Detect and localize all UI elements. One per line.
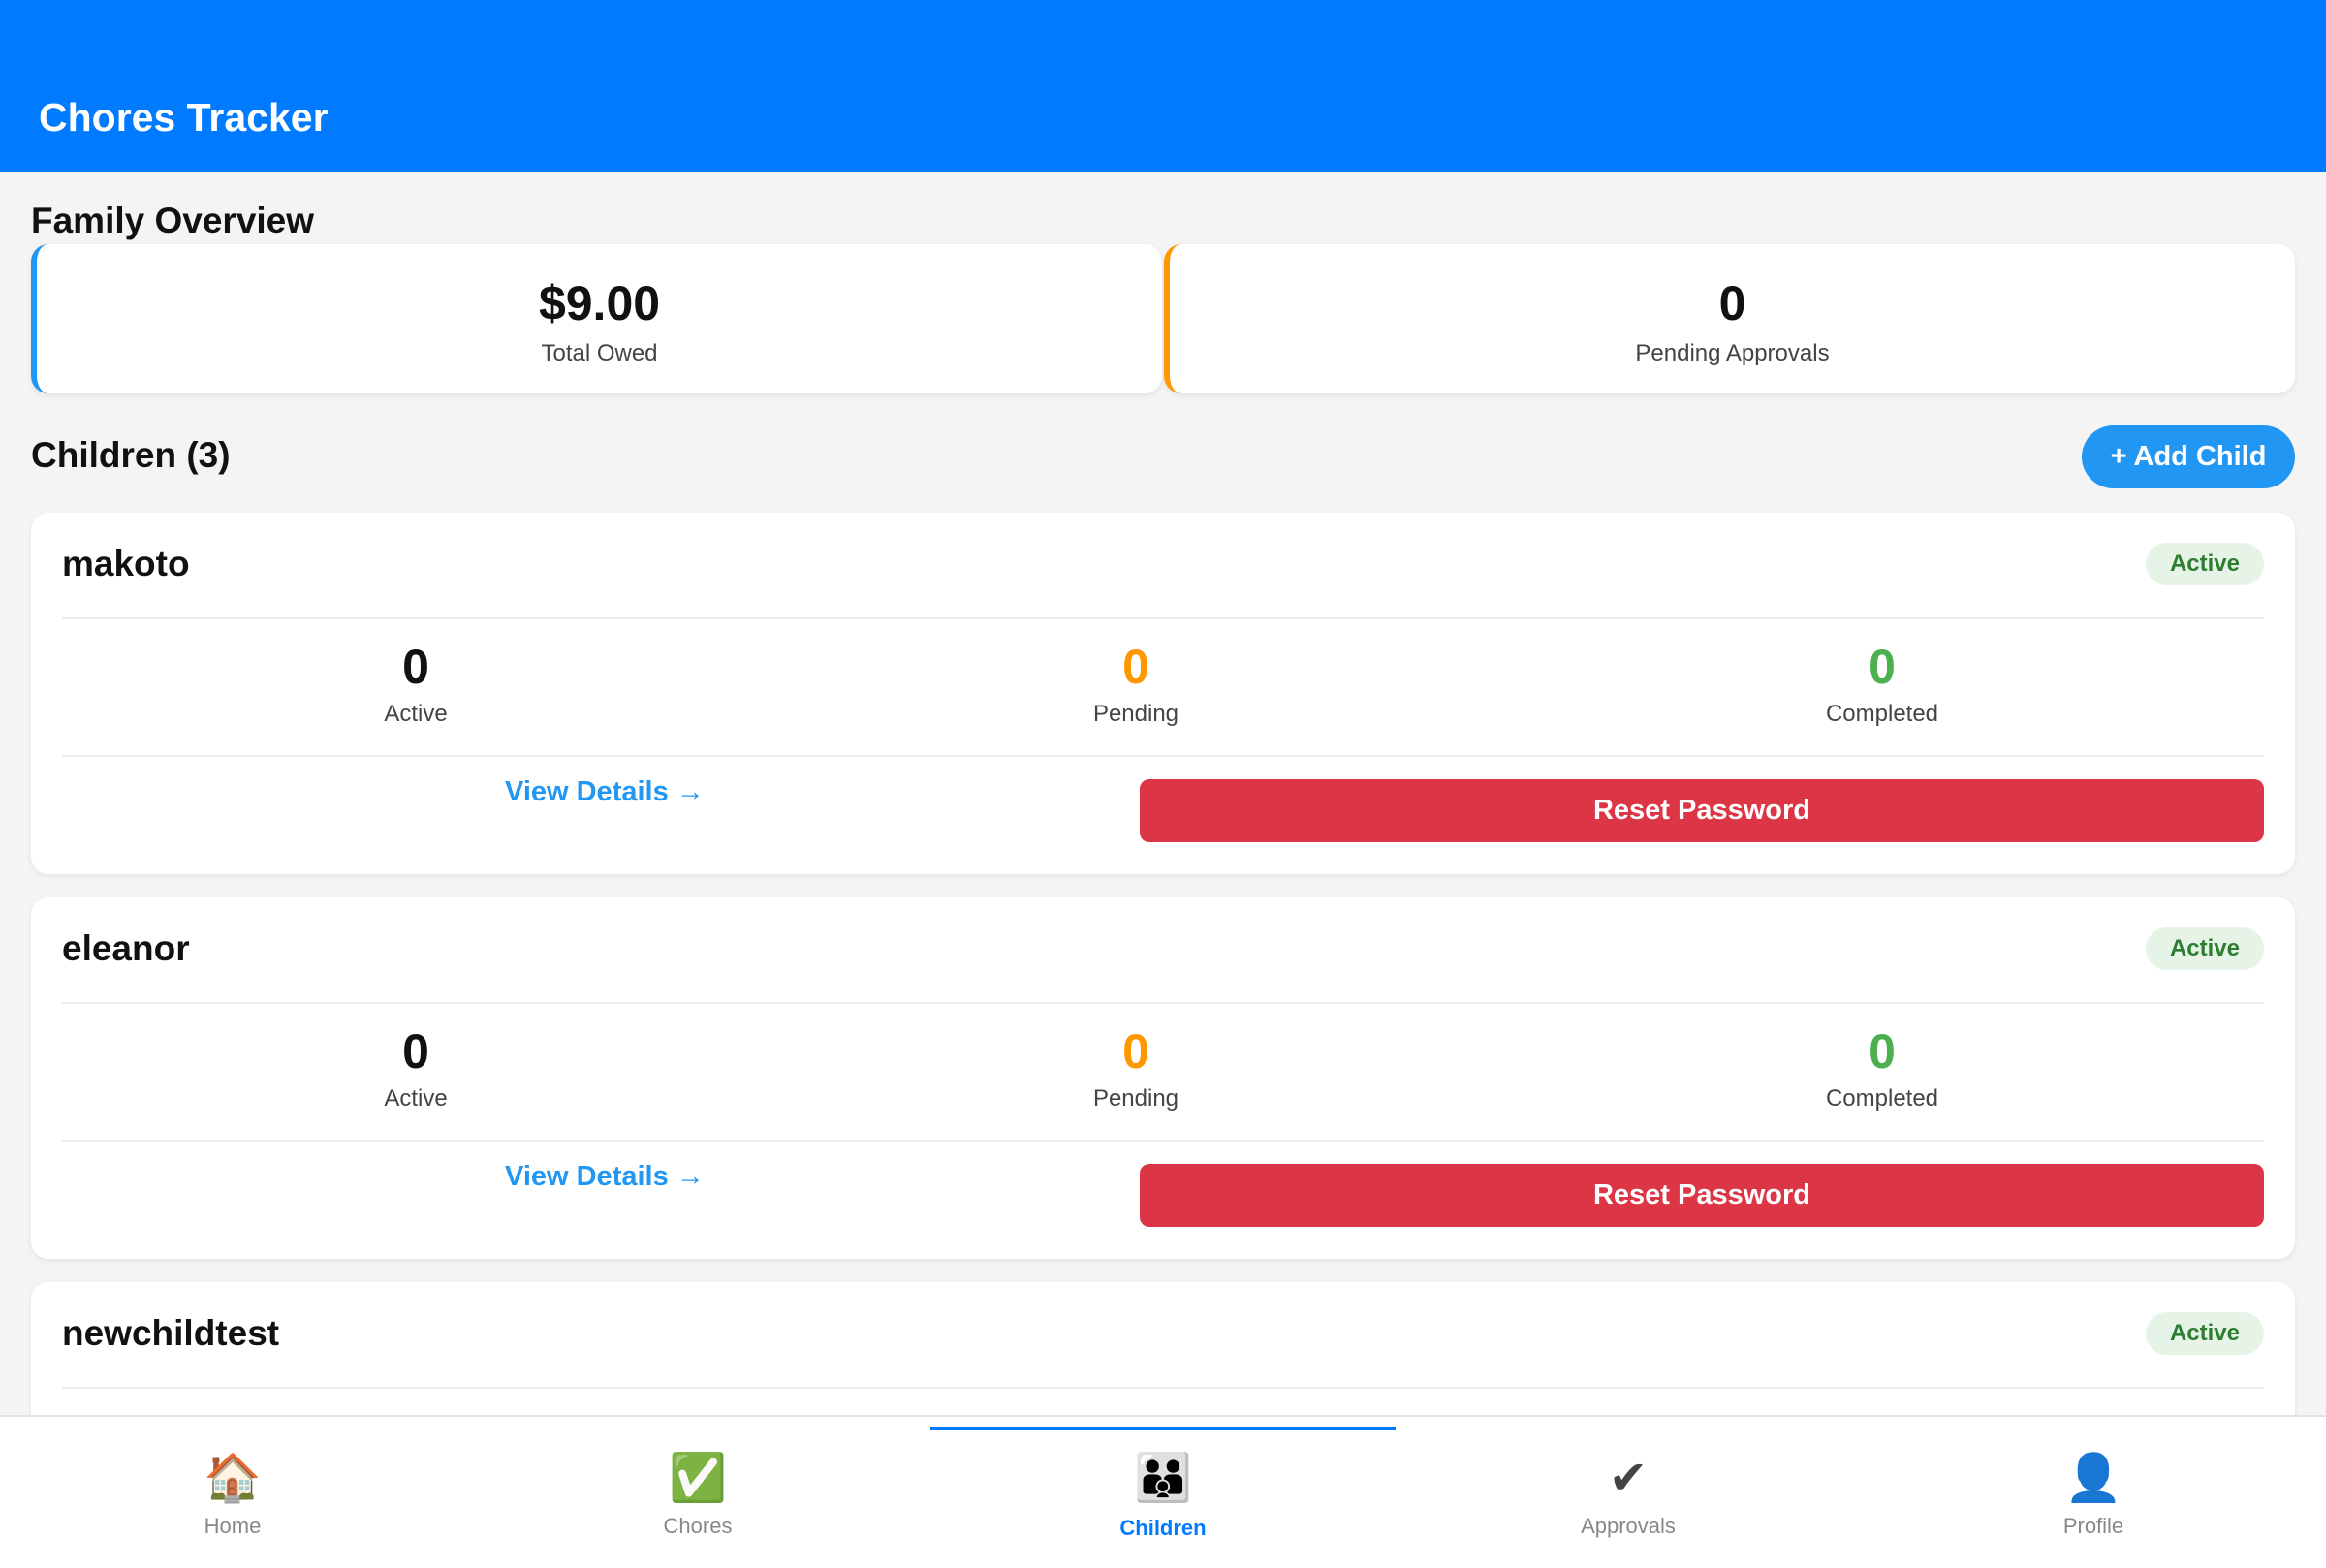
- app-title: Chores Tracker: [39, 95, 329, 140]
- active-tab-indicator: [930, 1427, 1396, 1430]
- stat-completed-label: Completed: [1825, 701, 1939, 727]
- stat-completed-label: Completed: [1825, 1085, 1939, 1112]
- child-card-makoto: makoto Active 0 Active 0 Pending 0 Compl…: [31, 513, 2295, 874]
- stat-active-value: 0: [402, 1024, 429, 1079]
- family-overview-title: Family Overview: [31, 201, 315, 240]
- tab-home[interactable]: 🏠 Home: [0, 1417, 465, 1568]
- total-owed-value: $9.00: [538, 276, 661, 330]
- stat-completed: 0 Completed: [1737, 1023, 2027, 1113]
- tab-label: Approvals: [1581, 1514, 1676, 1538]
- view-details-link[interactable]: View Details →: [505, 1161, 705, 1193]
- view-details-link[interactable]: View Details →: [505, 776, 705, 808]
- tab-profile[interactable]: 👤 Profile: [1861, 1417, 2326, 1568]
- stat-completed-value: 0: [1869, 640, 1896, 694]
- stat-completed: 0 Completed: [1737, 639, 2027, 728]
- tab-chores[interactable]: ✅ Chores: [465, 1417, 930, 1568]
- children-section-title: Children (3): [31, 435, 231, 475]
- tab-label: Home: [204, 1514, 262, 1538]
- stat-active: 0 Active: [270, 639, 561, 728]
- stat-pending: 0 Pending: [990, 639, 1281, 728]
- pending-approvals-value: 0: [1718, 276, 1746, 330]
- stat-active-value: 0: [402, 640, 429, 694]
- add-child-button[interactable]: + Add Child: [2082, 425, 2295, 488]
- stat-pending: 0 Pending: [990, 1023, 1281, 1113]
- child-card-eleanor: eleanor Active 0 Active 0 Pending 0 Comp…: [31, 897, 2295, 1259]
- app-root: Chores Tracker Family Overview $9.00 Tot…: [0, 0, 2326, 1568]
- divider: [62, 1387, 2264, 1389]
- check-box-icon: ✅: [669, 1453, 727, 1504]
- child-name: newchildtest: [62, 1313, 280, 1353]
- child-name: eleanor: [62, 928, 190, 968]
- divider: [62, 617, 2264, 619]
- tab-approvals[interactable]: ✔ Approvals: [1396, 1417, 1861, 1568]
- children-icon: 👪: [1134, 1453, 1192, 1504]
- stat-completed-value: 0: [1869, 1024, 1896, 1079]
- tab-children[interactable]: 👪 Children: [930, 1417, 1396, 1568]
- status-badge: Active: [2146, 1312, 2264, 1355]
- stat-active: 0 Active: [270, 1023, 561, 1113]
- stat-active-label: Active: [384, 1085, 448, 1112]
- reset-password-button[interactable]: Reset Password: [1140, 1164, 2264, 1227]
- divider: [62, 1140, 2264, 1142]
- pending-approvals-card: 0 Pending Approvals: [1164, 244, 2295, 393]
- pending-approvals-label: Pending Approvals: [1635, 340, 1830, 366]
- divider: [62, 755, 2264, 757]
- profile-icon: 👤: [2064, 1453, 2122, 1504]
- stat-pending-label: Pending: [1092, 701, 1179, 727]
- child-card-newchildtest: newchildtest Active: [31, 1282, 2295, 1415]
- checkmark-icon: ✔: [1608, 1453, 1649, 1504]
- app-header: Chores Tracker: [0, 0, 2326, 172]
- bottom-tab-bar: 🏠 Home ✅ Chores 👪 Children ✔ Approvals 👤…: [0, 1415, 2326, 1568]
- tab-label: Profile: [2062, 1514, 2124, 1538]
- reset-password-button[interactable]: Reset Password: [1140, 779, 2264, 842]
- house-icon: 🏠: [204, 1453, 262, 1504]
- tab-label: Children: [1119, 1516, 1207, 1540]
- stat-active-label: Active: [384, 701, 448, 727]
- stat-pending-value: 0: [1122, 1024, 1149, 1079]
- main-content[interactable]: Family Overview $9.00 Total Owed 0 Pendi…: [0, 172, 2326, 1415]
- divider: [62, 1002, 2264, 1004]
- tab-label: Chores: [663, 1514, 733, 1538]
- child-name: makoto: [62, 544, 190, 583]
- total-owed-label: Total Owed: [541, 340, 658, 366]
- status-badge: Active: [2146, 927, 2264, 970]
- total-owed-card: $9.00 Total Owed: [31, 244, 1162, 393]
- stat-pending-value: 0: [1122, 640, 1149, 694]
- status-badge: Active: [2146, 543, 2264, 585]
- stat-pending-label: Pending: [1092, 1085, 1179, 1112]
